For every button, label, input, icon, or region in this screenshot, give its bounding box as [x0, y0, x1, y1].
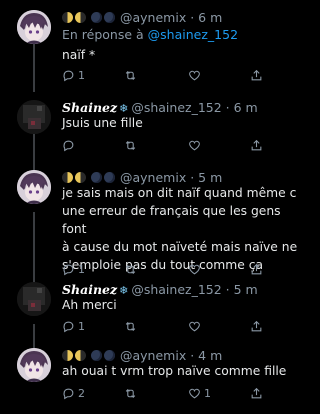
avatar[interactable]	[17, 10, 51, 44]
retweet-button[interactable]	[124, 319, 137, 333]
tweet-actions: 2 1	[62, 386, 302, 400]
share-icon	[251, 69, 262, 80]
reply-button[interactable]: 1	[62, 319, 85, 333]
retweet-icon	[125, 264, 136, 274]
tweet-text: Ah merci	[62, 298, 117, 312]
moon-icon	[75, 172, 86, 183]
moon-icon	[104, 172, 115, 183]
retweet-button[interactable]	[124, 386, 137, 400]
avatar[interactable]	[17, 100, 51, 134]
like-button[interactable]	[188, 68, 201, 82]
heart-icon	[189, 140, 200, 150]
reply-count: 1	[78, 319, 85, 333]
display-name[interactable]: Shainez	[62, 100, 117, 115]
heart-icon	[189, 321, 200, 331]
share-icon	[251, 320, 262, 331]
retweet-button[interactable]	[124, 138, 137, 152]
moon-icon	[75, 350, 86, 361]
reply-count: 1	[78, 68, 85, 82]
moon-icon	[104, 350, 115, 361]
tweet-header: @aynemix · 6 m	[62, 10, 222, 25]
tweet-text: naïf *	[62, 48, 96, 62]
reply-icon	[63, 264, 74, 275]
tweet[interactable]: Shainez ❄ @shainez_152 · 6 m Jsuis une fil…	[0, 96, 306, 166]
retweet-icon	[125, 70, 136, 80]
timestamp[interactable]: · 5 m	[226, 282, 258, 297]
share-icon	[251, 263, 262, 274]
like-button[interactable]	[188, 138, 201, 152]
reply-button[interactable]: 2	[62, 386, 85, 400]
share-button[interactable]	[250, 68, 263, 82]
tweet-text: je sais mais on dit naïf quand même c un…	[62, 184, 302, 274]
tweet-actions: 1	[62, 262, 302, 276]
tweet-header: @aynemix · 5 m	[62, 170, 222, 185]
timestamp[interactable]: · 5 m	[190, 170, 222, 185]
share-button[interactable]	[250, 386, 263, 400]
avatar[interactable]	[17, 282, 51, 316]
moon-icon	[62, 350, 73, 361]
retweet-icon	[125, 388, 136, 398]
tweet[interactable]: @aynemix · 6 m En réponse à @shainez_152…	[0, 6, 306, 92]
reply-icon	[63, 321, 74, 332]
reply-button[interactable]: 1	[62, 68, 85, 82]
tweet-actions: 1	[62, 68, 302, 82]
heart-icon	[189, 264, 200, 274]
heart-icon	[189, 388, 200, 398]
share-button[interactable]	[250, 262, 263, 276]
reply-button[interactable]	[62, 138, 75, 152]
username-handle[interactable]: @shainez_152	[131, 100, 221, 115]
share-button[interactable]	[250, 138, 263, 152]
moon-icon	[75, 12, 86, 23]
like-button[interactable]	[188, 319, 201, 333]
tweet-text-line: à cause du mot naïveté mais naïve ne	[62, 240, 298, 254]
share-icon	[251, 387, 262, 398]
share-icon	[251, 139, 262, 150]
tweet[interactable]: @aynemix · 5 m je sais mais on dit naïf …	[0, 166, 306, 276]
tweet[interactable]: Shainez ❄ @shainez_152 · 5 m Ah merci 1	[0, 278, 306, 340]
reply-icon	[63, 388, 74, 399]
tweet-actions	[62, 138, 302, 152]
tweet-text-line: je sais mais on dit naïf quand même c	[62, 186, 297, 200]
tweet-text: Jsuis une fille	[62, 116, 143, 130]
tweet[interactable]: @aynemix · 4 m ah ouai t vrm trop naïve …	[0, 344, 306, 410]
heart-icon	[189, 70, 200, 80]
tweet-text-line: une erreur de français que les gens font	[62, 204, 281, 236]
moon-icon	[62, 12, 73, 23]
moon-icon	[91, 350, 102, 361]
username-handle[interactable]: @shainez_152	[131, 282, 221, 297]
retweet-icon	[125, 140, 136, 150]
reply-count: 1	[78, 262, 85, 276]
tweet-actions: 1	[62, 319, 302, 333]
retweet-icon	[125, 321, 136, 331]
reply-button[interactable]: 1	[62, 262, 85, 276]
share-button[interactable]	[250, 319, 263, 333]
avatar[interactable]	[17, 170, 51, 204]
reply-context: En réponse à @shainez_152	[62, 27, 238, 42]
moon-icon	[91, 172, 102, 183]
like-button[interactable]	[188, 262, 201, 276]
moon-icon	[91, 12, 102, 23]
username-handle[interactable]: @aynemix	[120, 348, 186, 363]
reply-prefix: En réponse à	[62, 27, 148, 42]
moon-icon	[104, 12, 115, 23]
timestamp[interactable]: · 6 m	[226, 100, 258, 115]
reply-count: 2	[78, 386, 85, 400]
tweet-text: ah ouai t vrm trop naïve comme fille	[62, 364, 287, 378]
like-button[interactable]: 1	[188, 386, 211, 400]
display-name[interactable]: Shainez	[62, 282, 117, 297]
retweet-button[interactable]	[124, 262, 137, 276]
timestamp[interactable]: · 6 m	[190, 10, 222, 25]
username-handle[interactable]: @aynemix	[120, 170, 186, 185]
like-count: 1	[204, 386, 211, 400]
moon-icon	[62, 172, 73, 183]
username-handle[interactable]: @aynemix	[120, 10, 186, 25]
retweet-button[interactable]	[124, 68, 137, 82]
avatar[interactable]	[17, 348, 51, 382]
reply-mention-link[interactable]: @shainez_152	[148, 27, 238, 42]
reply-icon	[63, 140, 74, 151]
tweet-header: @aynemix · 4 m	[62, 348, 222, 363]
reply-icon	[63, 70, 74, 81]
timestamp[interactable]: · 4 m	[190, 348, 222, 363]
